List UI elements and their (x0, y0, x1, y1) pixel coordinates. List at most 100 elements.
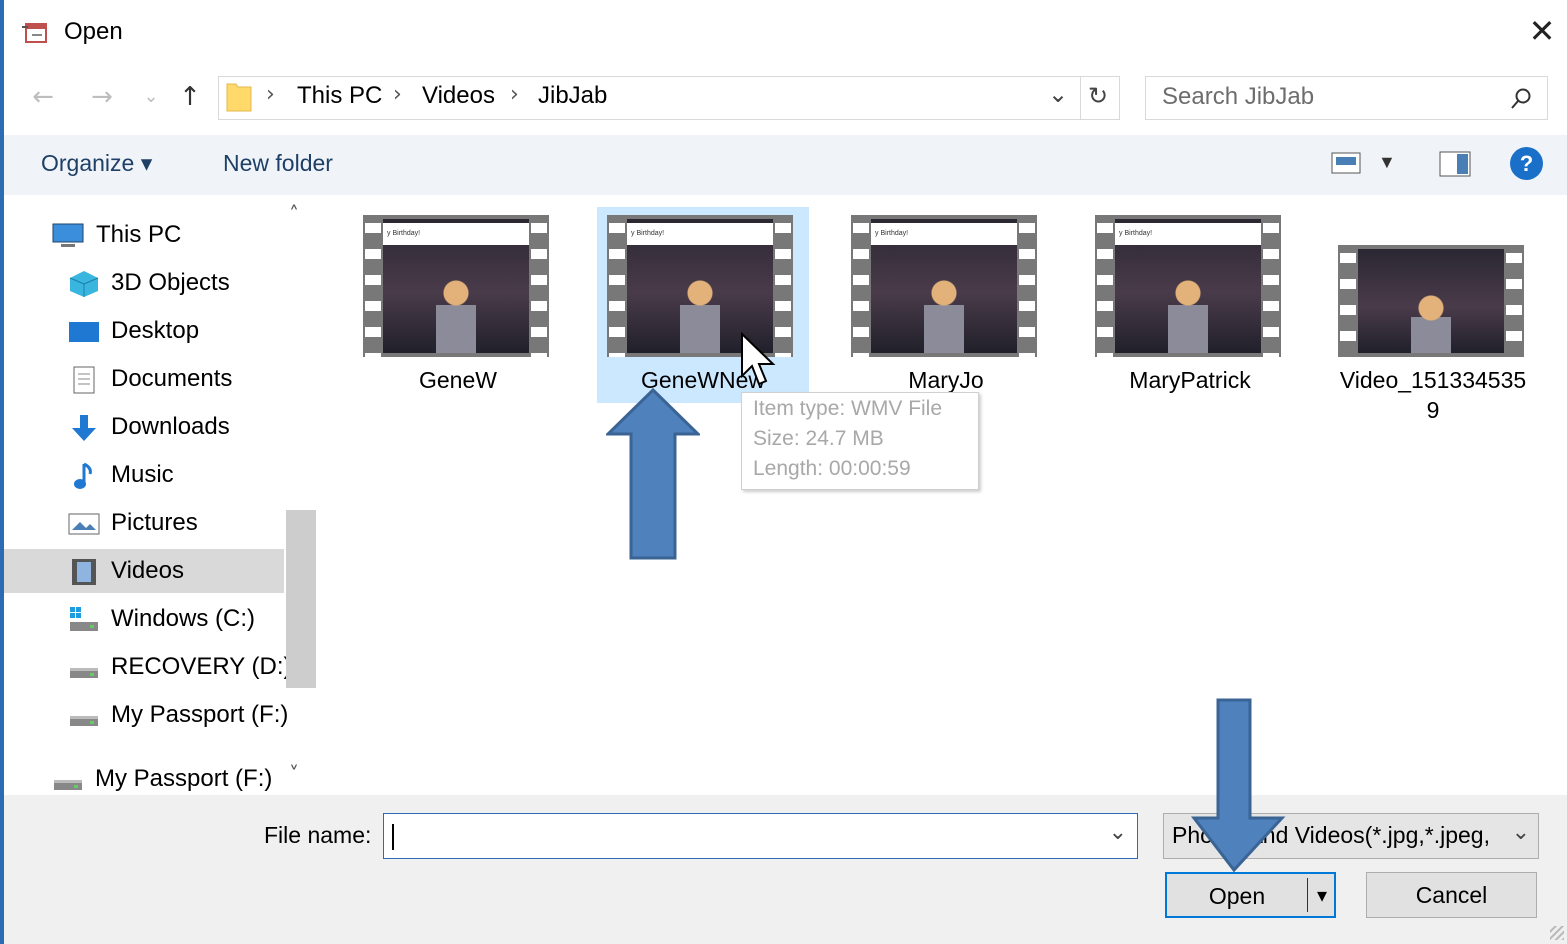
drive-icon (68, 701, 100, 729)
video-thumbnail (1338, 245, 1524, 357)
music-icon (68, 461, 100, 489)
breadcrumb-separator: › (393, 82, 402, 107)
file-name-dropdown-icon[interactable]: ⌄ (1109, 820, 1127, 845)
sidebar-item-label: Documents (111, 365, 233, 392)
scroll-down-icon[interactable]: ˅ (289, 762, 299, 786)
file-name-label: File name: (264, 822, 372, 848)
address-divider (1080, 76, 1081, 120)
video-icon (68, 557, 100, 585)
breadcrumb-jibjab[interactable]: JibJab (538, 82, 607, 110)
tooltip-length: Length: 00:00:59 (753, 457, 911, 480)
monitor-icon (52, 221, 84, 249)
sidebar-item-label: Windows (C:) (111, 605, 256, 632)
sidebar-item-music[interactable]: Music (4, 453, 284, 497)
search-placeholder: Search JibJab (1162, 83, 1315, 110)
tooltip-size: Size: 24.7 MB (753, 427, 884, 450)
mouse-cursor-icon (740, 331, 776, 395)
split-divider (1307, 878, 1308, 912)
file-name: GeneW (419, 367, 497, 393)
drive-icon (68, 605, 100, 633)
cancel-button[interactable]: Cancel (1366, 872, 1537, 918)
file-name: Video_151334535 (1339, 367, 1527, 393)
file-item-marypatrick[interactable]: y Birthday! MaryPatrick (1084, 207, 1296, 403)
thumbnail-banner-text: y Birthday! (1115, 223, 1261, 245)
sidebar-item-downloads[interactable]: Downloads (4, 405, 284, 449)
sidebar-item-label: RECOVERY (D:) (111, 653, 292, 680)
video-thumbnail: y Birthday! (851, 215, 1037, 357)
file-item-video-1513345359[interactable]: Video_151334535 9 (1327, 207, 1539, 423)
file-name: MaryJo (908, 367, 984, 393)
sidebar-item-documents[interactable]: Documents (4, 357, 284, 401)
drive-icon (52, 765, 84, 793)
video-thumbnail: y Birthday! (1095, 215, 1281, 357)
sidebar-item-pictures[interactable]: Pictures (4, 501, 284, 545)
text-caret (392, 824, 394, 850)
sidebar-item-this-pc[interactable]: This PC (4, 213, 284, 257)
sidebar-item-label: Videos (111, 557, 184, 584)
file-type-dropdown-icon[interactable]: ⌄ (1511, 820, 1530, 845)
breadcrumb-videos[interactable]: Videos (422, 82, 495, 110)
download-icon (68, 413, 100, 441)
video-thumbnail: y Birthday! (363, 215, 549, 357)
sidebar-item-label: This PC (96, 221, 182, 248)
new-folder-button[interactable]: New folder (223, 150, 333, 177)
file-item-genewnew[interactable]: y Birthday! GeneWNew (597, 207, 809, 403)
annotation-arrow-up (604, 387, 702, 565)
sidebar-item-recovery-d[interactable]: RECOVERY (D:) (4, 645, 291, 689)
open-button-label: Open (1208, 883, 1266, 909)
close-button[interactable]: ✕ (1525, 14, 1559, 48)
sidebar-item-label: My Passport (F:) (111, 701, 289, 728)
file-name-line-2: 9 (1426, 397, 1440, 423)
sidebar-item-videos[interactable]: Videos (4, 549, 284, 593)
document-icon (68, 365, 100, 394)
breadcrumb-separator: › (510, 82, 519, 107)
up-button[interactable]: ↑ (173, 80, 207, 114)
refresh-icon[interactable]: ↻ (1088, 82, 1108, 110)
view-icon[interactable] (1331, 151, 1361, 175)
cube-icon (68, 269, 100, 297)
recent-locations-button[interactable]: ⌄ (134, 80, 168, 114)
resize-grip-icon[interactable] (1550, 926, 1564, 940)
preview-pane-icon[interactable] (1439, 151, 1471, 177)
sidebar-item-label: Downloads (111, 413, 230, 440)
sidebar-item-desktop[interactable]: Desktop (4, 309, 284, 353)
sidebar-item-label: Desktop (111, 317, 200, 344)
back-button[interactable]: ← (26, 80, 60, 114)
open-split-dropdown-icon[interactable]: ▾ (1311, 874, 1333, 918)
window-title: Open (64, 18, 123, 45)
file-item-maryjo[interactable]: y Birthday! MaryJo (840, 207, 1052, 403)
file-info-tooltip: Item type: WMV File Size: 24.7 MB Length… (741, 392, 979, 490)
picture-icon (68, 509, 100, 537)
navigation-scrollbar[interactable] (286, 200, 316, 795)
thumbnail-banner-text: y Birthday! (383, 223, 529, 245)
address-dropdown-icon[interactable]: ⌄ (1048, 80, 1068, 108)
open-dialog-icon (20, 18, 50, 48)
breadcrumb-this-pc[interactable]: This PC (297, 82, 382, 110)
scrollbar-thumb[interactable] (286, 510, 316, 688)
sidebar-item-label: 3D Objects (111, 269, 230, 296)
forward-button[interactable]: → (85, 80, 119, 114)
sidebar-item-windows-c[interactable]: Windows (C:) (4, 597, 284, 641)
file-item-genew[interactable]: y Birthday! GeneW (352, 207, 564, 403)
open-file-dialog: Open ✕ ← → ⌄ ↑ › This PC › Videos › JibJ… (0, 0, 1567, 944)
scroll-up-icon[interactable]: ˄ (289, 202, 299, 226)
sidebar-item-label: Pictures (111, 509, 198, 536)
sidebar-item-label: Music (111, 461, 174, 488)
thumbnail-banner-text: y Birthday! (627, 223, 773, 245)
help-icon[interactable]: ? (1510, 147, 1543, 180)
folder-icon (226, 80, 252, 114)
tooltip-item-type: Item type: WMV File (753, 397, 943, 420)
thumbnail-banner-text: y Birthday! (871, 223, 1017, 245)
file-name: MaryPatrick (1129, 367, 1251, 393)
view-dropdown-icon[interactable]: ▼ (1378, 152, 1396, 173)
search-box[interactable]: Search JibJab (1145, 76, 1548, 120)
navigation-pane: This PC 3D Objects Desktop Documents Dow… (4, 195, 316, 795)
sidebar-item-3d-objects[interactable]: 3D Objects (4, 261, 284, 305)
organize-button[interactable]: Organize ▾ (41, 150, 152, 177)
desktop-icon (68, 317, 100, 345)
file-name-input[interactable]: ⌄ (383, 813, 1138, 859)
sidebar-item-my-passport-f[interactable]: My Passport (F:) (4, 693, 288, 737)
breadcrumb-separator: › (266, 82, 275, 107)
search-icon[interactable] (1509, 87, 1533, 111)
drive-icon (68, 653, 100, 681)
